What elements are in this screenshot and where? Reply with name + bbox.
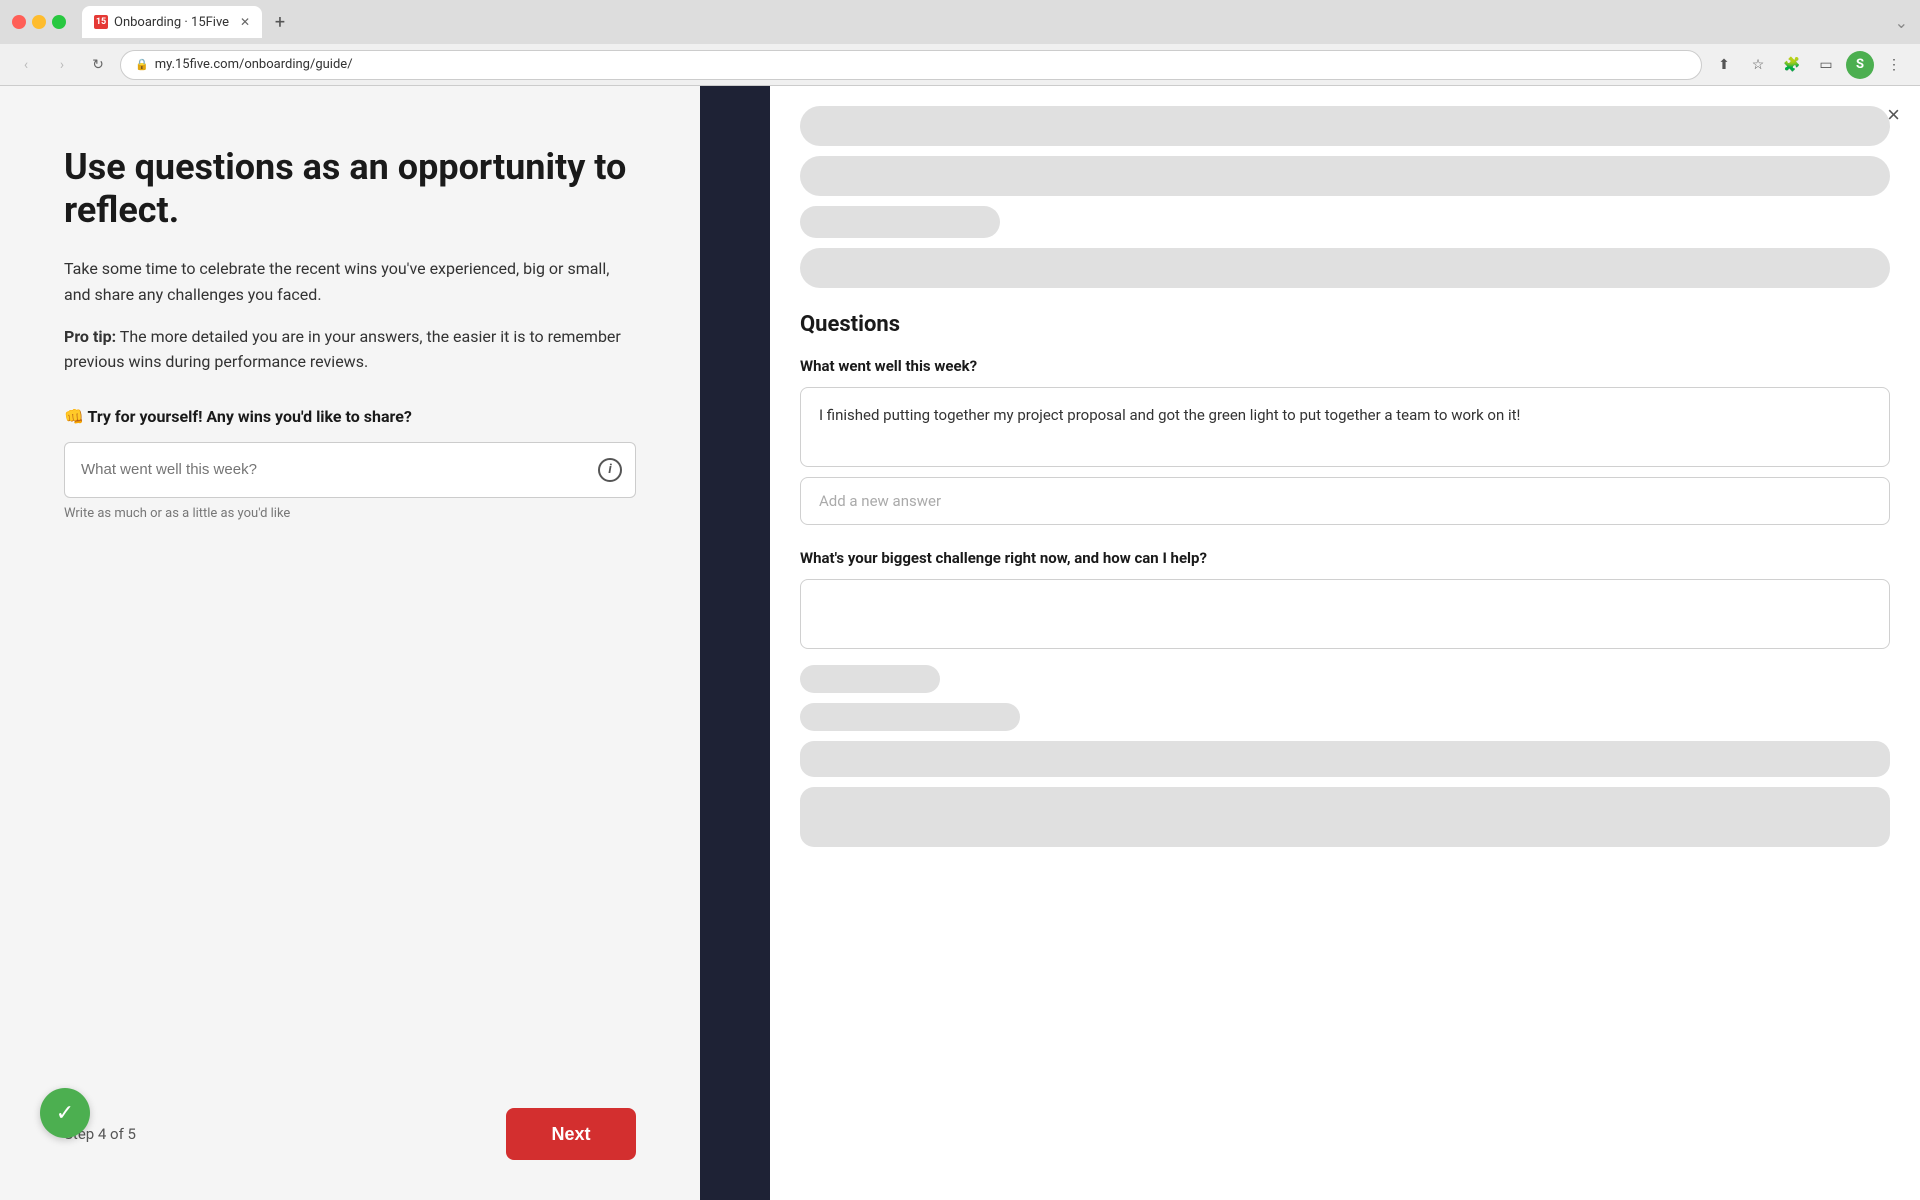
bottom-bar: ✓ Step 4 of 5 Next	[64, 1108, 636, 1160]
wins-input[interactable]	[64, 442, 636, 498]
bottom-skeleton-3	[800, 741, 1890, 777]
refresh-button[interactable]: ↻	[84, 51, 112, 79]
input-hint: Write as much or as a little as you'd li…	[64, 506, 636, 521]
tab-bar: 15 Onboarding · 15Five ✕ +	[82, 6, 1887, 38]
question2-answer-area[interactable]	[800, 579, 1890, 649]
back-button[interactable]: ‹	[12, 51, 40, 79]
input-wrapper: i	[64, 442, 636, 498]
extensions-button[interactable]: 🧩	[1778, 51, 1806, 79]
bottom-skeleton-4	[800, 787, 1890, 847]
questions-section-title: Questions	[800, 312, 1890, 337]
share-button[interactable]: ⬆	[1710, 51, 1738, 79]
description-text: Take some time to celebrate the recent w…	[64, 256, 636, 307]
forward-button[interactable]: ›	[48, 51, 76, 79]
profile-avatar[interactable]: S	[1846, 51, 1874, 79]
bottom-skeleton-1	[800, 665, 940, 693]
helpdesk-check-icon: ✓	[56, 1101, 74, 1126]
tab-favicon-icon: 15	[94, 15, 108, 29]
sidebar-toggle-button[interactable]: ▭	[1812, 51, 1840, 79]
pro-tip-text: Pro tip: The more detailed you are in yo…	[64, 324, 636, 375]
browser-chrome: 15 Onboarding · 15Five ✕ + ⌄ ‹ › ↻ 🔒 my.…	[0, 0, 1920, 86]
browser-nav: ‹ › ↻ 🔒 my.15five.com/onboarding/guide/ …	[0, 44, 1920, 86]
input-info-icon: i	[598, 458, 622, 482]
add-answer-box[interactable]: Add a new answer	[800, 477, 1890, 525]
left-panel: Use questions as an opportunity to refle…	[0, 86, 700, 1200]
bottom-skeleton-group	[800, 665, 1890, 847]
new-tab-button[interactable]: +	[266, 8, 294, 36]
page-container: Use questions as an opportunity to refle…	[0, 86, 1920, 1200]
skeleton-block-3	[800, 206, 1000, 238]
skeleton-block-1	[800, 106, 1890, 146]
bottom-skeleton-2	[800, 703, 1020, 731]
close-window-button[interactable]	[12, 15, 26, 29]
skeleton-block-2	[800, 156, 1890, 196]
tab-title: Onboarding · 15Five	[114, 15, 229, 30]
nav-actions: ⬆ ☆ 🧩 ▭ S ⋮	[1710, 51, 1908, 79]
bookmark-button[interactable]: ☆	[1744, 51, 1772, 79]
question1-label: What went well this week?	[800, 357, 1890, 375]
minimize-window-button[interactable]	[32, 15, 46, 29]
tab-close-button[interactable]: ✕	[240, 15, 250, 29]
questions-section: Questions What went well this week? I fi…	[800, 312, 1890, 649]
window-controls: ⌄	[1895, 13, 1908, 32]
question1-answer: I finished putting together my project p…	[800, 387, 1890, 467]
traffic-lights	[12, 15, 66, 29]
top-skeleton-group	[800, 106, 1890, 288]
add-answer-placeholder: Add a new answer	[819, 492, 941, 510]
skeleton-block-4	[800, 248, 1890, 288]
maximize-window-button[interactable]	[52, 15, 66, 29]
next-button[interactable]: Next	[506, 1108, 636, 1160]
right-panel: × Questions What went well this week? I …	[770, 86, 1920, 1200]
lock-icon: 🔒	[135, 58, 149, 71]
dark-divider	[700, 86, 770, 1200]
page-title: Use questions as an opportunity to refle…	[64, 146, 636, 232]
url-text: my.15five.com/onboarding/guide/	[155, 57, 353, 72]
active-tab[interactable]: 15 Onboarding · 15Five ✕	[82, 6, 262, 38]
menu-button[interactable]: ⋮	[1880, 51, 1908, 79]
pro-tip-label: Pro tip:	[64, 327, 116, 346]
try-yourself-label: 👊 Try for yourself! Any wins you'd like …	[64, 407, 636, 426]
browser-titlebar: 15 Onboarding · 15Five ✕ + ⌄	[0, 0, 1920, 44]
close-panel-button[interactable]: ×	[1887, 102, 1900, 128]
question2-label: What's your biggest challenge right now,…	[800, 549, 1890, 567]
address-bar[interactable]: 🔒 my.15five.com/onboarding/guide/	[120, 50, 1702, 80]
